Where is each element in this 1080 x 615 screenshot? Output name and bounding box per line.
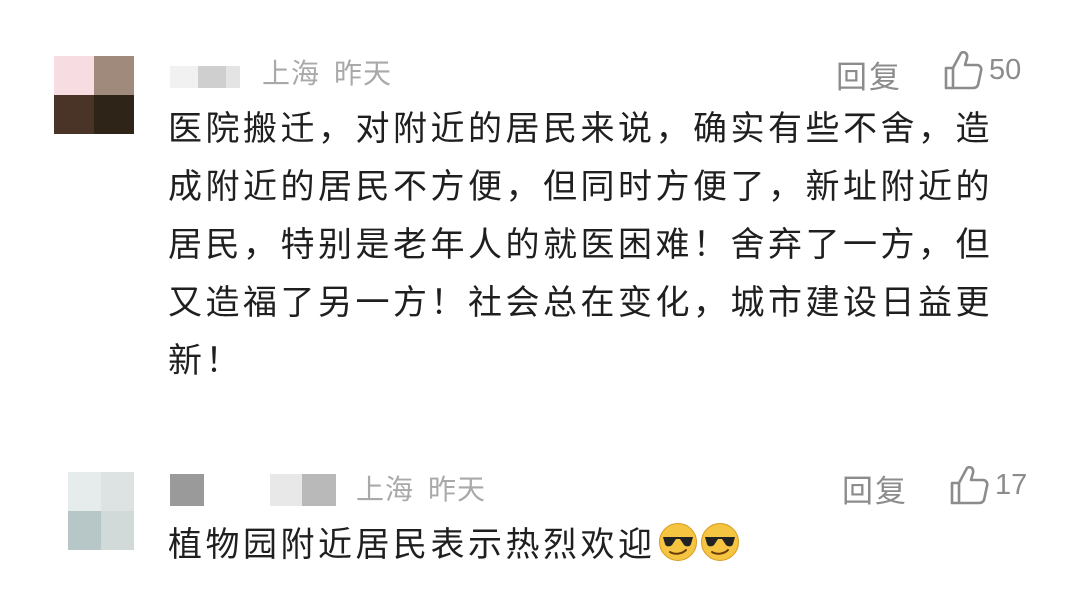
- reply-button[interactable]: 回复: [836, 52, 902, 97]
- like-button[interactable]: 17: [949, 464, 1027, 506]
- username-redacted[interactable]: [170, 62, 240, 92]
- sunglasses-emoji-icon: [700, 522, 740, 562]
- comment-text: 植物园附近居民表示热烈欢迎: [168, 525, 656, 565]
- time-label: 昨天: [334, 57, 393, 90]
- avatar[interactable]: [68, 472, 134, 550]
- comment-meta: 上海 昨天: [262, 52, 392, 92]
- username-redacted[interactable]: [170, 472, 336, 508]
- reply-button[interactable]: 回复: [842, 466, 908, 511]
- like-count: 17: [995, 468, 1028, 501]
- thumbs-up-icon: [943, 49, 983, 91]
- time-label: 昨天: [428, 473, 487, 506]
- avatar[interactable]: [54, 56, 134, 134]
- comment-item: 上海 昨天 回复 50 医院搬迁，对附近的居民来说，确实有些不舍，造成附近的居民不…: [0, 0, 1080, 400]
- like-count: 50: [989, 53, 1022, 86]
- like-button[interactable]: 50: [943, 49, 1021, 91]
- sunglasses-emoji-icon: [658, 522, 698, 562]
- comment-item: 上海 昨天 回复 17 植物园附近居民表示热烈欢迎: [0, 440, 1080, 615]
- location-label: 上海: [356, 473, 415, 506]
- comment-meta: 上海 昨天: [356, 468, 486, 508]
- thumbs-up-icon: [949, 464, 989, 506]
- comment-text-row: 植物园附近居民表示热烈欢迎: [168, 516, 1028, 574]
- comment-text: 医院搬迁，对附近的居民来说，确实有些不舍，造成附近的居民不方便，但同时方便了，新…: [168, 109, 993, 381]
- location-label: 上海: [262, 57, 321, 90]
